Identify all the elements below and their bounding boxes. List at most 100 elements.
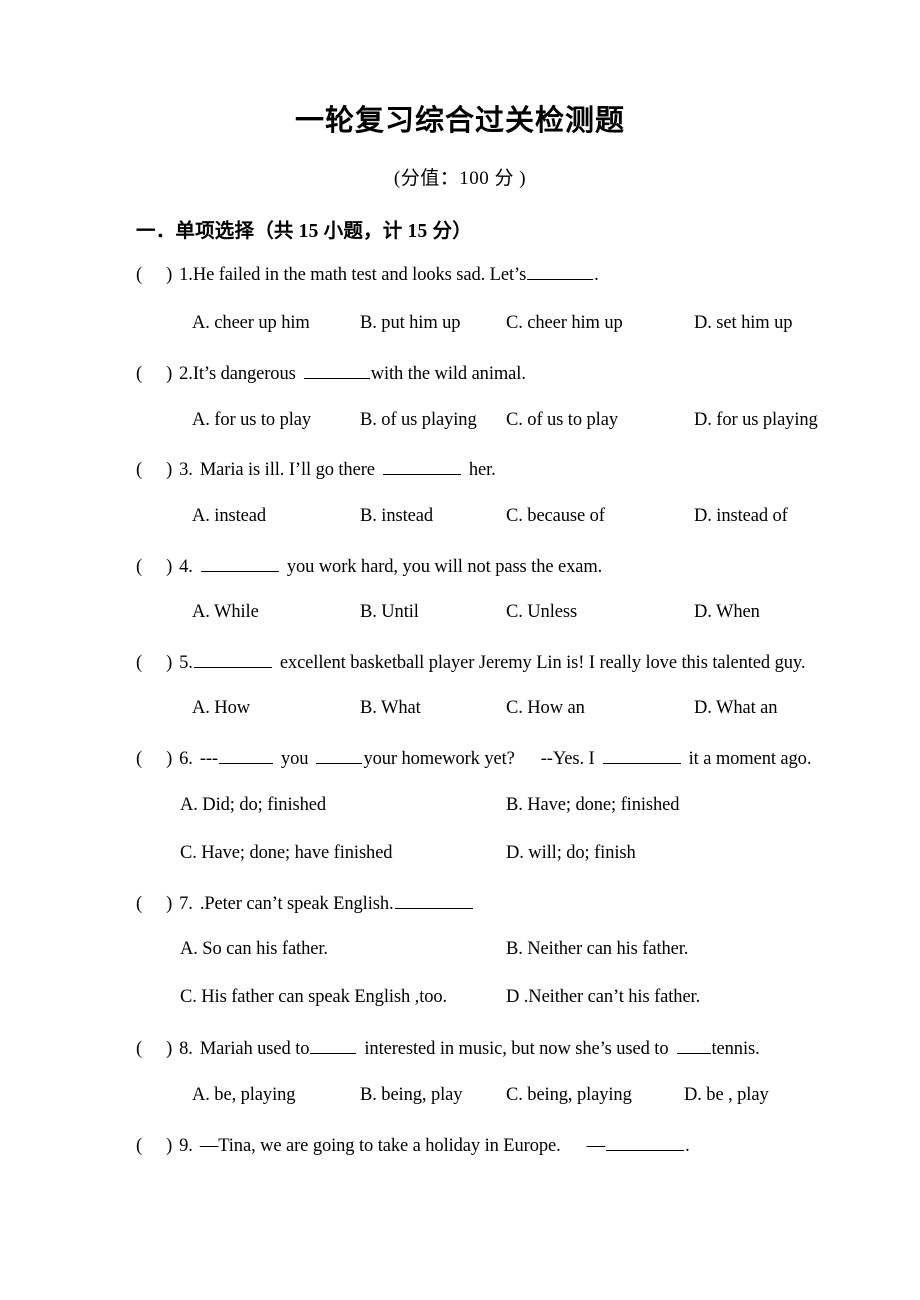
option-a[interactable]: A. cheer up him — [192, 313, 310, 334]
option-b[interactable]: B. Until — [360, 602, 419, 623]
question-5-stem: () 5. excellent basketball player Jeremy L… — [136, 650, 805, 674]
question-7-options-row2: C. His father can speak English ,too. D … — [0, 987, 920, 1011]
answer-bracket-close: ) — [166, 460, 173, 481]
question-number: 3. — [179, 460, 193, 481]
answer-bracket-close: ) — [166, 364, 173, 385]
section-heading-multiple-choice: 一．单项选择（共 15 小题，计 15 分） — [136, 221, 472, 242]
option-b[interactable]: B. instead — [360, 506, 433, 527]
question-text-tail: you work hard, you will not pass the exa… — [286, 557, 603, 578]
option-a[interactable]: A. Did; do; finished — [180, 795, 326, 816]
question-text-1: Mariah used to — [199, 1039, 310, 1060]
option-b[interactable]: B. Have; done; finished — [506, 795, 680, 816]
option-d[interactable]: D. What an — [694, 698, 778, 719]
question-number: 8. — [179, 1039, 193, 1060]
question-number: 9. — [179, 1136, 193, 1157]
answer-blank-2 — [676, 1036, 711, 1055]
answer-blank-1 — [219, 746, 273, 765]
option-a[interactable]: A. While — [192, 602, 259, 623]
answer-blank — [303, 361, 370, 380]
question-text-3: tennis. — [711, 1039, 760, 1060]
question-text-5: it a moment ago. — [688, 749, 812, 770]
option-b[interactable]: B. put him up — [360, 313, 461, 334]
question-text: .Peter can’t speak English. — [199, 894, 394, 915]
option-b[interactable]: B. Neither can his father. — [506, 939, 688, 960]
answer-blank — [382, 457, 461, 476]
answer-bracket-close: ) — [166, 265, 173, 286]
question-text-1: --- — [199, 749, 218, 770]
question-7-options-row1: A. So can his father. B. Neither can his… — [0, 939, 920, 963]
option-a[interactable]: A. instead — [192, 506, 266, 527]
option-c[interactable]: C. Have; done; have finished — [180, 843, 393, 864]
question-5-options: A. How B. What C. How an D. What an — [0, 698, 920, 722]
question-text: Maria is ill. I’ll go there — [199, 460, 375, 481]
question-text: It’s dangerous — [192, 364, 296, 385]
question-7-stem: () 7. .Peter can’t speak English. — [136, 891, 474, 915]
question-number: 1. — [179, 265, 193, 286]
question-4-options: A. While B. Until C. Unless D. When — [0, 602, 920, 626]
option-c[interactable]: C. His father can speak English ,too. — [180, 987, 447, 1008]
question-text-tail: . — [685, 1136, 690, 1157]
question-text-3: your homework yet? — [363, 749, 515, 770]
answer-bracket-open: ( — [136, 1039, 143, 1060]
question-4-stem: () 4. you work hard, you will not pass the… — [136, 554, 602, 578]
exam-page: 一轮复习综合过关检测题 (分值：100 分 ) 一．单项选择（共 15 小题，计… — [0, 0, 920, 1300]
answer-bracket-close: ) — [166, 653, 173, 674]
option-c[interactable]: C. of us to play — [506, 410, 618, 431]
option-a[interactable]: A. So can his father. — [180, 939, 328, 960]
option-d[interactable]: D. for us playing — [694, 410, 818, 431]
option-d[interactable]: D .Neither can’t his father. — [506, 987, 700, 1008]
answer-blank-2 — [316, 746, 363, 765]
question-8-stem: () 8. Mariah used to interested in music, b… — [136, 1036, 760, 1060]
answer-bracket-close: ) — [166, 1039, 173, 1060]
option-a[interactable]: A. How — [192, 698, 250, 719]
question-text: —Tina, we are going to take a holiday in… — [199, 1136, 561, 1157]
question-text-tail: her. — [468, 460, 496, 481]
question-text-2: interested in music, but now she’s used … — [364, 1039, 669, 1060]
option-d[interactable]: D. When — [694, 602, 760, 623]
option-b[interactable]: B. of us playing — [360, 410, 477, 431]
total-score-note: (分值：100 分 ) — [393, 168, 527, 189]
answer-blank — [193, 650, 272, 669]
question-2-stem: () 2.It’s dangerous with the wild animal. — [136, 361, 526, 385]
option-a[interactable]: A. be, playing — [192, 1085, 296, 1106]
question-dash: — — [586, 1136, 606, 1157]
question-1-stem: () 1.He failed in the math test and looks… — [136, 262, 599, 286]
option-a[interactable]: A. for us to play — [192, 410, 311, 431]
question-3-stem: () 3. Maria is ill. I’ll go there her. — [136, 457, 496, 481]
answer-bracket-close: ) — [166, 894, 173, 915]
option-d[interactable]: D. instead of — [694, 506, 788, 527]
question-8-options: A. be, playing B. being, play C. being, … — [0, 1085, 920, 1109]
question-number: 5. — [179, 653, 193, 674]
question-text-tail: with the wild animal. — [370, 364, 526, 385]
question-6-options-row2: C. Have; done; have finished D. will; do… — [0, 843, 920, 867]
answer-bracket-open: ( — [136, 265, 143, 286]
option-c[interactable]: C. Unless — [506, 602, 577, 623]
answer-blank — [200, 554, 279, 573]
answer-bracket-open: ( — [136, 653, 143, 674]
option-b[interactable]: B. What — [360, 698, 421, 719]
answer-bracket-open: ( — [136, 1136, 143, 1157]
option-c[interactable]: C. being, playing — [506, 1085, 632, 1106]
option-c[interactable]: C. because of — [506, 506, 605, 527]
question-text: He failed in the math test and looks sad… — [192, 265, 527, 286]
answer-bracket-open: ( — [136, 557, 143, 578]
option-c[interactable]: C. cheer him up — [506, 313, 623, 334]
question-number: 7. — [179, 894, 193, 915]
answer-bracket-open: ( — [136, 460, 143, 481]
option-d[interactable]: D. will; do; finish — [506, 843, 636, 864]
answer-blank-1 — [310, 1036, 357, 1055]
answer-bracket-close: ) — [166, 749, 173, 770]
option-b[interactable]: B. being, play — [360, 1085, 463, 1106]
question-text-4: --Yes. I — [540, 749, 595, 770]
question-9-stem: () 9. —Tina, we are going to take a holida… — [136, 1133, 690, 1157]
question-text-tail: excellent basketball player Jeremy Lin i… — [279, 653, 806, 674]
question-number: 6. — [179, 749, 193, 770]
question-6-stem: () 6. --- you your homework yet? --Yes. I it a… — [136, 746, 811, 770]
option-d[interactable]: D. be , play — [684, 1085, 769, 1106]
question-number: 4. — [179, 557, 193, 578]
answer-blank — [527, 262, 594, 281]
question-text-2: you — [281, 749, 309, 770]
answer-bracket-open: ( — [136, 749, 143, 770]
option-c[interactable]: C. How an — [506, 698, 585, 719]
option-d[interactable]: D. set him up — [694, 313, 792, 334]
